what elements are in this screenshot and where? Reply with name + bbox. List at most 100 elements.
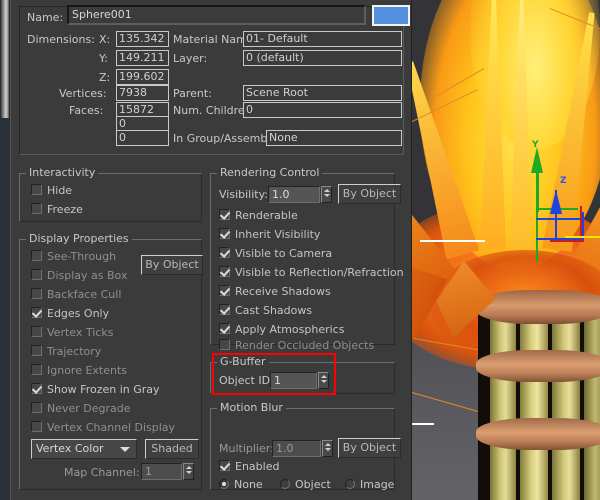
map-channel-input[interactable]: 1 — [141, 463, 182, 480]
spinner-down-icon[interactable] — [185, 471, 192, 474]
renderable-label: Renderable — [235, 209, 298, 222]
radio-object[interactable]: Object — [280, 478, 331, 492]
receive-shadows-checkbox-icon[interactable] — [219, 285, 230, 296]
checkbox-edges-only[interactable]: Edges Only — [31, 307, 109, 321]
rendering-control-group: Rendering Control Visibility: 1.0 By Obj… — [210, 167, 404, 352]
checkbox-backface-cull[interactable]: Backface Cull — [31, 288, 121, 302]
checkbox-vertex-ticks[interactable]: Vertex Ticks — [31, 326, 113, 340]
layer-label: Layer: — [173, 52, 208, 65]
vertex-channel-select[interactable]: Vertex Color — [31, 439, 137, 459]
image-radio-icon[interactable] — [345, 479, 355, 489]
chevron-down-icon[interactable] — [120, 447, 130, 452]
show-frozen-in-gray-label: Show Frozen in Gray — [47, 383, 160, 396]
visible-to-reflection-refraction-checkbox-icon[interactable] — [219, 266, 230, 277]
see-through-checkbox-icon[interactable] — [31, 250, 42, 261]
checkbox-visible-to-camera[interactable]: Visible to Camera — [219, 247, 332, 261]
map-channel-spinner[interactable] — [183, 463, 194, 480]
visible-to-camera-checkbox-icon[interactable] — [219, 247, 230, 258]
backface-cull-checkbox-icon[interactable] — [31, 288, 42, 299]
rendering-by-object-button[interactable]: By Object — [338, 184, 401, 204]
dimensions-label: Dimensions: — [27, 33, 95, 46]
display-properties-title: Display Properties — [26, 233, 132, 245]
in-group-value: None — [266, 130, 402, 146]
ignore-extents-checkbox-icon[interactable] — [31, 364, 42, 375]
vertex-ticks-checkbox-icon[interactable] — [31, 326, 42, 337]
edges-only-checkbox-icon[interactable] — [31, 307, 42, 318]
checkbox-receive-shadows[interactable]: Receive Shadows — [219, 285, 331, 299]
apply-atmospherics-checkbox-icon[interactable] — [219, 323, 230, 334]
object-properties-dialog: Name: Sphere001 Dimensions: X: 135.342 Y… — [10, 0, 412, 500]
checkbox-vertex-channel-display[interactable]: Vertex Channel Display — [31, 421, 175, 435]
checkbox-visible-to-reflection-refraction[interactable]: Visible to Reflection/Refraction — [219, 266, 404, 280]
object-radio-icon[interactable] — [280, 479, 290, 489]
multiplier-spinner[interactable] — [322, 440, 333, 457]
spinner-down-icon[interactable] — [320, 380, 327, 383]
vertical-scrollbar[interactable] — [0, 0, 10, 500]
radio-image[interactable]: Image — [345, 478, 394, 492]
visibility-input[interactable]: 1.0 — [268, 186, 320, 203]
scrollbar-thumb[interactable] — [1, 0, 9, 118]
dimension-y-label: Y: — [99, 52, 108, 65]
edges-only-label: Edges Only — [47, 307, 110, 320]
interactivity-title: Interactivity — [26, 167, 99, 179]
spinner-down-icon[interactable] — [323, 194, 330, 197]
faces-label: Faces: — [69, 104, 104, 117]
motion-blur-title: Motion Blur — [217, 402, 286, 414]
enabled-checkbox-icon[interactable] — [219, 460, 230, 471]
spinner-up-icon[interactable] — [323, 189, 330, 192]
none-radio-icon[interactable] — [219, 479, 229, 489]
radio-none[interactable]: None — [219, 478, 263, 492]
never-degrade-checkbox-icon[interactable] — [31, 402, 42, 413]
checkbox-hide[interactable]: Hide — [31, 184, 72, 198]
rendering-control-title: Rendering Control — [217, 167, 323, 179]
viewport-3d-render[interactable]: Y Z — [410, 0, 600, 500]
backface-cull-label: Backface Cull — [47, 288, 122, 301]
object-id-label: Object ID: — [219, 374, 274, 387]
checkbox-cast-shadows[interactable]: Cast Shadows — [219, 304, 312, 318]
trajectory-checkbox-icon[interactable] — [31, 345, 42, 356]
inherit-visibility-checkbox-icon[interactable] — [219, 228, 230, 239]
checkbox-renderable[interactable]: Renderable — [219, 209, 298, 223]
renderable-checkbox-icon[interactable] — [219, 209, 230, 220]
cast-shadows-checkbox-icon[interactable] — [219, 304, 230, 315]
scrollbar-track[interactable] — [0, 118, 10, 500]
checkbox-never-degrade[interactable]: Never Degrade — [31, 402, 131, 416]
multiplier-input[interactable]: 1.0 — [272, 440, 321, 457]
shaded-button[interactable]: Shaded — [145, 439, 199, 459]
checkbox-show-frozen-in-gray[interactable]: Show Frozen in Gray — [31, 383, 160, 397]
spinner-down-icon[interactable] — [324, 448, 331, 451]
dimension-x-value: 135.342 — [116, 31, 169, 47]
checkbox-render-occluded-objects[interactable]: Render Occluded Objects — [219, 339, 374, 353]
checkbox-display-as-box[interactable]: Display as Box — [31, 269, 127, 283]
object-id-input[interactable]: 1 — [270, 372, 317, 389]
render-occluded-objects-checkbox-icon[interactable] — [219, 339, 230, 350]
checkbox-trajectory[interactable]: Trajectory — [31, 345, 101, 359]
checkbox-ignore-extents[interactable]: Ignore Extents — [31, 364, 127, 378]
freeze-checkbox-icon[interactable] — [31, 203, 42, 214]
trajectory-label: Trajectory — [47, 345, 102, 358]
checkbox-see-through[interactable]: See-Through — [31, 250, 116, 264]
object-id-spinner[interactable] — [318, 372, 329, 389]
visibility-spinner[interactable] — [321, 186, 332, 203]
checkbox-freeze[interactable]: Freeze — [31, 203, 83, 217]
name-input[interactable]: Sphere001 — [67, 5, 366, 25]
motion-blur-by-object-button[interactable]: By Object — [338, 438, 401, 458]
spinner-up-icon[interactable] — [320, 375, 327, 378]
object-color-swatch[interactable] — [372, 5, 410, 26]
hide-checkbox-icon[interactable] — [31, 184, 42, 195]
parent-value: Scene Root — [243, 85, 402, 101]
spinner-up-icon[interactable] — [324, 443, 331, 446]
render-occluded-objects-label: Render Occluded Objects — [235, 339, 375, 352]
apply-atmospherics-label: Apply Atmospherics — [235, 323, 345, 336]
checkbox-motion-blur-enabled[interactable]: Enabled — [219, 460, 279, 474]
map-channel-label: Map Channel: — [64, 466, 140, 479]
spinner-up-icon[interactable] — [185, 466, 192, 469]
see-through-label: See-Through — [47, 250, 117, 263]
display-as-box-checkbox-icon[interactable] — [31, 269, 42, 280]
show-frozen-in-gray-checkbox-icon[interactable] — [31, 383, 42, 394]
checkbox-inherit-visibility[interactable]: Inherit Visibility — [219, 228, 320, 242]
display-by-object-button[interactable]: By Object — [141, 255, 203, 275]
checkbox-apply-atmospherics[interactable]: Apply Atmospherics — [219, 323, 344, 337]
interactivity-group: Interactivity Hide Freeze — [19, 167, 202, 222]
vertex-channel-display-checkbox-icon[interactable] — [31, 421, 42, 432]
